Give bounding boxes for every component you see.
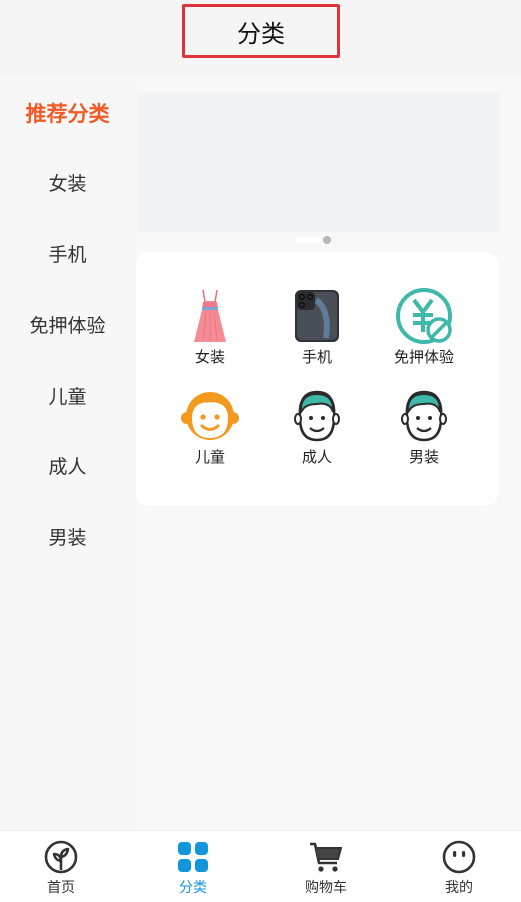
sidebar-item-adults[interactable]: 成人	[0, 452, 135, 479]
tab-label: 我的	[445, 880, 473, 896]
category-label: 女装	[194, 348, 225, 366]
sidebar-item-deposit-free[interactable]: 免押体验	[0, 311, 135, 338]
category-label: 手机	[301, 348, 332, 366]
child-face-icon	[181, 392, 239, 440]
smile-face-icon	[442, 840, 476, 874]
man-face-icon	[401, 390, 447, 442]
tab-label: 分类	[179, 880, 207, 896]
carousel-dot-active	[297, 237, 319, 243]
dress-icon	[194, 289, 226, 342]
header: 分类	[0, 0, 521, 70]
sidebar-item-womens[interactable]: 女装	[0, 169, 135, 196]
sidebar-item-recommended[interactable]: 推荐分类	[0, 98, 135, 128]
category-grid: 女装 手机 免押体验 儿童 成人 男装	[136, 252, 498, 506]
tab-label: 首页	[47, 880, 75, 896]
sidebar-item-children[interactable]: 儿童	[0, 382, 135, 409]
category-item-womens[interactable]: 女装	[160, 288, 260, 367]
banner-carousel[interactable]	[137, 92, 500, 232]
tab-mine[interactable]: 我的	[419, 839, 499, 897]
tab-category[interactable]: 分类	[153, 839, 233, 897]
tab-cart[interactable]: 购物车	[286, 839, 366, 897]
category-label: 成人	[301, 448, 332, 466]
category-label: 免押体验	[393, 348, 454, 366]
phone-icon	[295, 290, 339, 342]
category-label: 儿童	[194, 448, 225, 466]
carousel-indicator	[297, 235, 331, 245]
category-item-mens[interactable]: 男装	[374, 388, 474, 467]
bottom-tab-bar: 首页 分类 购物车 我的	[0, 830, 521, 902]
sidebar-item-mens[interactable]: 男装	[0, 523, 135, 550]
category-item-adults[interactable]: 成人	[267, 388, 367, 467]
grid-icon	[178, 842, 208, 872]
category-sidebar: 推荐分类 女装 手机 免押体验 儿童 成人 男装	[0, 76, 135, 830]
tab-home[interactable]: 首页	[21, 839, 101, 897]
category-item-deposit-free[interactable]: 免押体验	[374, 288, 474, 367]
category-item-children[interactable]: 儿童	[160, 388, 260, 467]
tab-label: 购物车	[305, 880, 347, 896]
cart-icon	[310, 842, 343, 872]
category-label: 男装	[408, 448, 439, 466]
home-sprout-icon	[44, 840, 78, 874]
sidebar-item-phones[interactable]: 手机	[0, 240, 135, 267]
category-item-phones[interactable]: 手机	[267, 288, 367, 367]
page-title: 分类	[182, 4, 340, 58]
category-content: 女装 手机 免押体验 儿童 成人 男装	[135, 76, 521, 830]
yuan-deposit-free-icon	[396, 288, 452, 344]
carousel-dot[interactable]	[323, 236, 331, 244]
adult-face-icon	[294, 390, 340, 442]
